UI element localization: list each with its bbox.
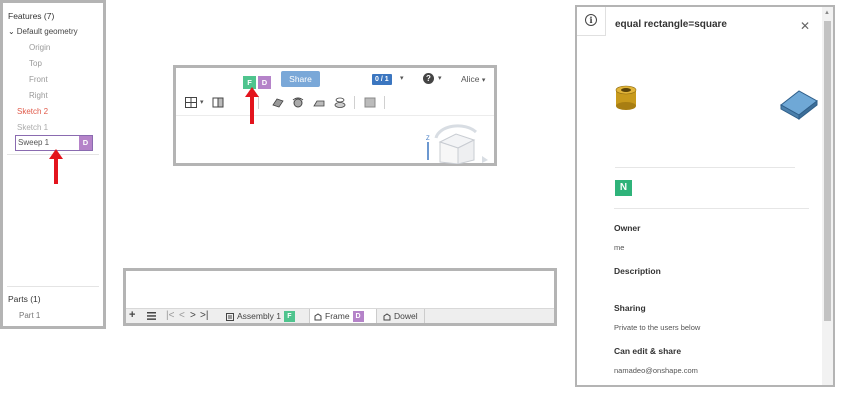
scrollbar-thumb[interactable] <box>824 21 831 321</box>
can-edit-value: namadeo@onshape.com <box>614 366 698 375</box>
document-tab-bar: + |< < > >| Assembly 1F Frame D Dowel <box>126 308 554 323</box>
plane-front[interactable]: Front <box>29 75 48 84</box>
user-name: Alice <box>461 74 480 84</box>
view-cube-icon[interactable]: Z <box>418 118 494 164</box>
toolbar-panel: FD Share 0 / 1 ▾ ? ▾ Alice ▾ ▾ Z <box>173 65 497 166</box>
part-studio-icon <box>314 313 322 321</box>
chevron-down-icon[interactable]: ▾ <box>400 74 404 82</box>
red-pointer-arrow <box>49 149 63 184</box>
assembly-icon <box>226 312 234 321</box>
sweep-icon[interactable] <box>313 97 325 108</box>
feature-sketch-2[interactable]: Sketch 2 <box>17 107 48 116</box>
scrollbar[interactable]: ▲ <box>822 7 833 385</box>
plane-right[interactable]: Right <box>29 91 48 100</box>
sharing-label: Sharing <box>614 303 646 313</box>
grid-view-icon[interactable] <box>185 97 197 108</box>
part-item[interactable]: Part 1 <box>19 311 40 320</box>
plane-icon[interactable] <box>364 97 376 108</box>
chevron-down-icon[interactable]: ▾ <box>438 74 442 82</box>
plane-origin[interactable]: Origin <box>29 43 50 52</box>
panel-divider <box>7 286 99 287</box>
divider <box>614 208 809 209</box>
section-view-icon[interactable] <box>212 97 224 108</box>
toolbar-separator <box>384 96 385 109</box>
owner-label: Owner <box>614 223 641 233</box>
tab-d-badge[interactable]: D <box>352 311 364 323</box>
tab-assembly-1[interactable]: Assembly 1F <box>222 309 306 323</box>
document-title: equal rectangle=square <box>615 19 727 30</box>
scroll-first-icon[interactable]: |< <box>166 310 174 321</box>
plate-thumbnail-icon[interactable] <box>779 87 819 121</box>
default-geometry-item[interactable]: ⌄ Default geometry <box>8 27 78 36</box>
info-tab[interactable]: i <box>577 7 606 36</box>
scroll-left-icon[interactable]: < <box>179 310 185 321</box>
rename-d-badge[interactable]: D <box>79 136 92 150</box>
tab-f-badge[interactable]: F <box>283 311 295 323</box>
scroll-right-icon[interactable]: > <box>190 310 196 321</box>
feature-list-panel: Features (7) ⌄ Default geometry Origin To… <box>0 0 106 329</box>
chevron-down-icon[interactable]: ▾ <box>200 98 204 106</box>
cylinder-thumbnail-icon[interactable] <box>614 85 638 111</box>
add-tab-icon[interactable]: + <box>129 309 135 321</box>
version-counter[interactable]: 0 / 1 <box>372 74 392 85</box>
share-button[interactable]: Share <box>281 71 320 87</box>
help-icon[interactable]: ? <box>423 73 434 84</box>
extrude-icon[interactable] <box>272 97 284 108</box>
tab-dowel[interactable]: Dowel <box>379 309 425 323</box>
default-geometry-label: Default geometry <box>16 27 78 36</box>
tab-label: Assembly 1 <box>237 311 281 321</box>
feature-sketch-1[interactable]: Sketch 1 <box>17 123 48 132</box>
sharing-value: Private to the users below <box>614 323 701 332</box>
tab-bar-panel: + |< < > >| Assembly 1F Frame D Dowel <box>123 268 557 326</box>
badge-d[interactable]: D <box>258 76 271 89</box>
tab-label: Frame <box>325 311 350 321</box>
tab-label: Dowel <box>394 311 418 321</box>
info-icon[interactable]: i <box>585 14 597 26</box>
chevron-down-icon[interactable]: ⌄ <box>8 27 15 36</box>
parts-header[interactable]: Parts (1) <box>8 294 41 304</box>
toolbar-separator <box>354 96 355 109</box>
red-pointer-arrow <box>245 87 259 124</box>
revolve-icon[interactable] <box>292 97 304 108</box>
toolbar-divider <box>176 115 494 116</box>
can-edit-label: Can edit & share <box>614 346 682 356</box>
n-badge[interactable]: N <box>615 180 632 196</box>
scroll-up-icon[interactable]: ▲ <box>824 10 830 16</box>
svg-text:Z: Z <box>426 136 430 142</box>
toolbar-separator <box>258 96 259 109</box>
owner-value: me <box>614 243 625 252</box>
user-menu[interactable]: Alice ▾ <box>461 74 485 84</box>
loft-icon[interactable] <box>334 97 346 108</box>
tab-list-icon[interactable] <box>147 312 156 320</box>
document-info-panel: i equal rectangle=square ✕ N Owner me De… <box>575 5 835 387</box>
close-icon[interactable]: ✕ <box>800 19 810 33</box>
part-studio-icon <box>383 313 391 321</box>
rename-input-text[interactable]: Sweep 1 <box>18 138 49 147</box>
divider <box>615 167 795 168</box>
scroll-last-icon[interactable]: >| <box>200 310 208 321</box>
plane-top[interactable]: Top <box>29 59 42 68</box>
tab-frame[interactable]: Frame D <box>309 309 377 323</box>
features-header[interactable]: Features (7) <box>8 11 54 21</box>
description-label: Description <box>614 266 661 276</box>
